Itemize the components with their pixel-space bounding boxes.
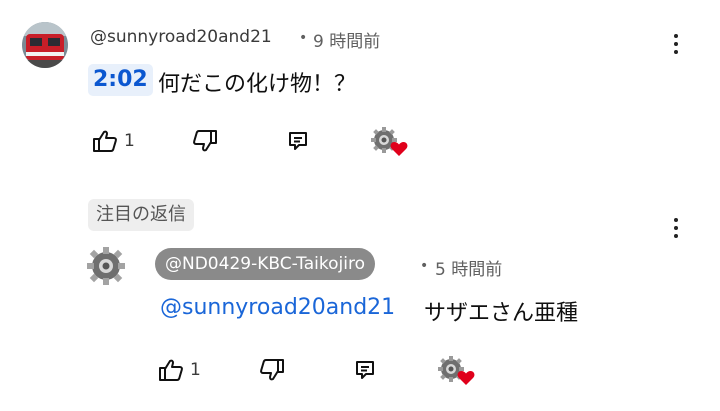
reply-icon bbox=[289, 132, 307, 150]
thumbs-down-icon bbox=[260, 359, 284, 381]
thumbs-up-icon bbox=[93, 130, 117, 152]
thumbs-up-icon bbox=[159, 359, 183, 381]
like-count: 1 bbox=[124, 131, 135, 151]
separator-dot: • bbox=[299, 30, 308, 46]
dislike-button[interactable] bbox=[190, 126, 220, 156]
separator-dot: • bbox=[420, 258, 429, 274]
more-options-button[interactable] bbox=[664, 29, 688, 59]
reply-button[interactable] bbox=[283, 126, 313, 156]
more-vert-icon bbox=[674, 218, 678, 222]
timestamp-link[interactable]: 2:02 bbox=[88, 64, 153, 96]
more-options-button-reply[interactable] bbox=[664, 213, 688, 243]
reply-reply-button[interactable] bbox=[350, 355, 380, 385]
reply-text: サザエさん亜種 bbox=[424, 301, 579, 326]
reply-mention-link[interactable]: @sunnyroad20and21 bbox=[160, 295, 395, 320]
avatar[interactable] bbox=[22, 22, 68, 68]
more-vert-icon bbox=[674, 34, 678, 38]
like-button[interactable] bbox=[90, 126, 120, 156]
reply-like-count: 1 bbox=[190, 360, 201, 380]
thumbs-down-icon bbox=[193, 130, 217, 152]
reply-dislike-button[interactable] bbox=[257, 355, 287, 385]
reply-author-chip[interactable]: @ND0429-KBC-Taikojiro bbox=[155, 248, 375, 280]
heart-icon bbox=[457, 371, 475, 385]
comment-time[interactable]: 9 時間前 bbox=[313, 27, 380, 52]
comment-text: 何だこの化け物！？ bbox=[158, 72, 357, 97]
reply-avatar[interactable] bbox=[84, 244, 128, 288]
pinned-replies-label: 注目の返信 bbox=[88, 199, 194, 231]
reply-time[interactable]: 5 時間前 bbox=[435, 255, 502, 280]
creator-heart-badge bbox=[370, 126, 410, 158]
comment-author[interactable]: @sunnyroad20and21 bbox=[90, 27, 272, 47]
reply-creator-heart-badge bbox=[437, 355, 477, 387]
reply-like-button[interactable] bbox=[156, 355, 186, 385]
heart-icon bbox=[390, 142, 408, 156]
reply-icon bbox=[356, 361, 374, 379]
